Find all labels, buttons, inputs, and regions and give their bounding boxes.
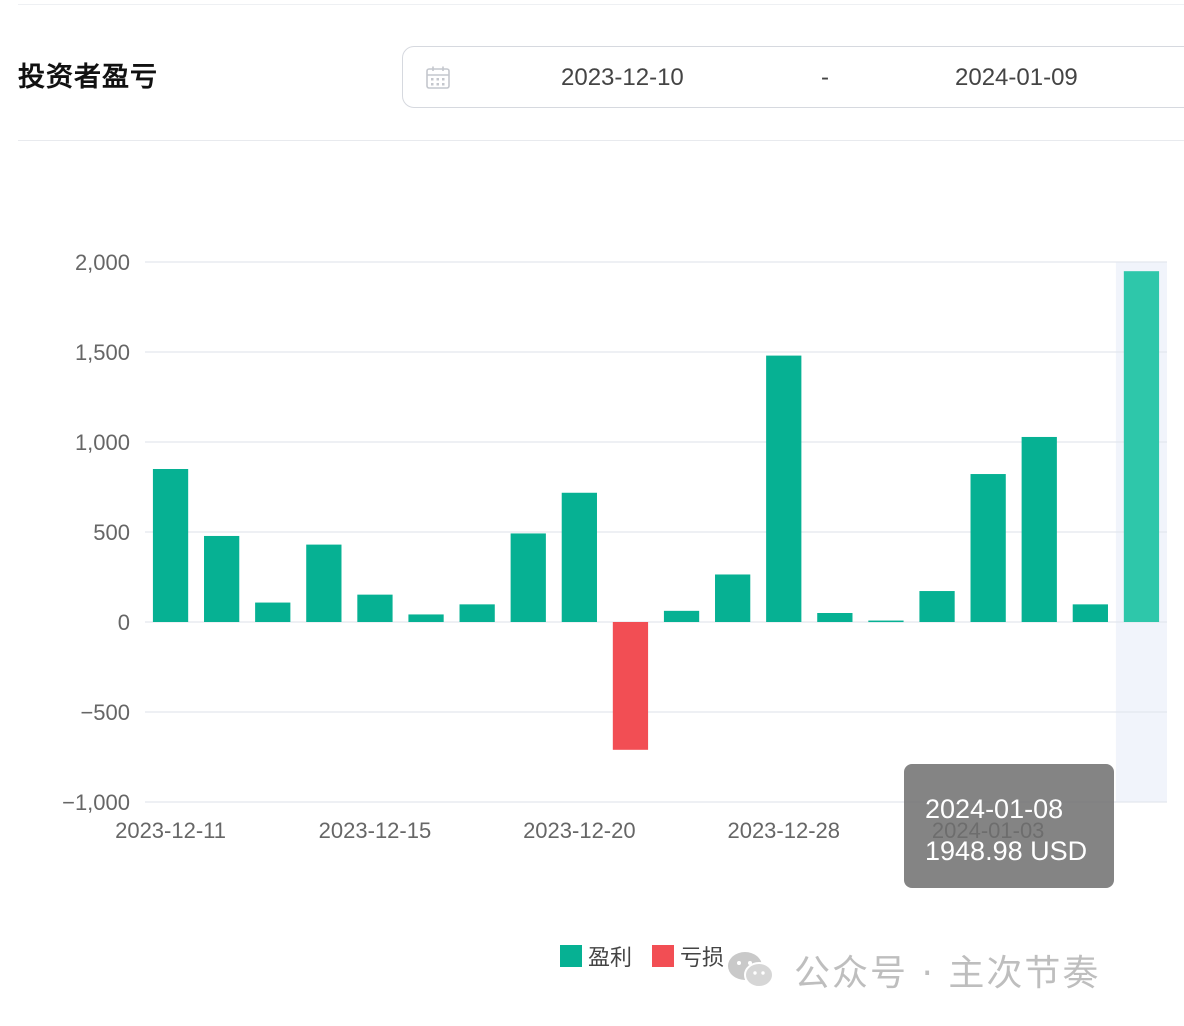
wechat-icon [728,952,774,988]
y-tick-label: −500 [80,700,130,725]
bar [357,594,393,622]
x-tick-label: 2023-12-20 [523,818,636,843]
bar [510,533,546,622]
bar [561,492,597,622]
tooltip-value: 1948.98 USD [925,836,1088,866]
x-tick-label: 2023-12-28 [727,818,840,843]
bar [663,610,700,622]
y-tick-label: 1,500 [75,340,130,365]
watermark: 公众号 · 主次节奏 [726,944,1100,996]
bar [715,574,751,622]
legend-item-loss[interactable]: 亏损 [652,940,724,972]
bar [868,620,904,623]
y-tick-label: 0 [118,610,130,635]
y-tick-label: 1,000 [75,430,130,455]
bar [766,355,802,622]
bar [1021,436,1057,622]
legend-swatch-profit [560,945,582,967]
bar [1072,604,1108,622]
legend-swatch-loss [652,945,675,967]
bar [152,469,189,622]
bar [817,613,853,622]
bar [1123,271,1160,622]
legend-label-loss: 亏损 [680,946,725,971]
y-tick-label: −1,000 [62,790,130,815]
x-tick-label: 2023-12-11 [115,818,226,843]
y-tick-label: 2,000 [75,250,130,275]
tooltip-date: 2024-01-08 [925,794,1064,824]
chart-legend: 盈利 亏损 [560,940,744,972]
x-tick-label: 2023-12-15 [319,818,432,843]
bar [255,602,291,622]
bar [612,622,649,750]
bar [459,604,495,622]
bar [306,544,342,622]
legend-label-profit: 盈利 [588,946,633,971]
bar [919,591,955,622]
watermark-text: 公众号 · 主次节奏 [794,953,1101,994]
bar [970,474,1006,622]
bar [408,614,444,622]
bar [204,535,240,622]
chart-tooltip: 2024-01-08 1948.98 USD [904,764,1114,888]
legend-item-profit[interactable]: 盈利 [560,940,632,972]
y-tick-label: 500 [93,520,130,545]
